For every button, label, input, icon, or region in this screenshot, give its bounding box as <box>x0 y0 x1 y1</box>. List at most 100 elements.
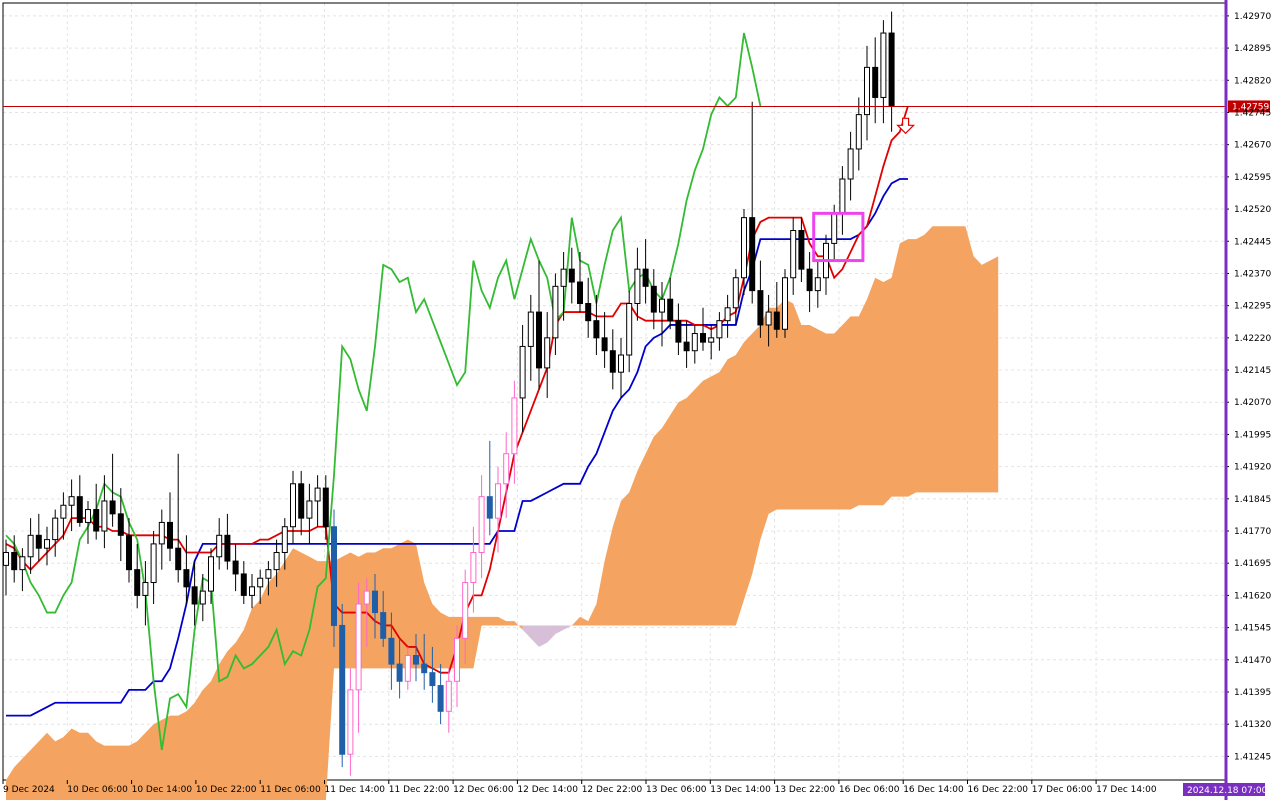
candle-bearish <box>577 281 583 304</box>
candle-bearish <box>429 672 436 687</box>
candle-bullish <box>150 543 157 584</box>
x-tick-label: 9 Dec 2024 <box>3 785 55 795</box>
candle-bullish <box>314 487 321 502</box>
candle-bullish <box>814 277 821 292</box>
chart-container[interactable]: 1.42759 1.42970 1.42895 1.42820 1.42745 1.42… <box>0 0 1280 802</box>
candle-bullish <box>626 302 633 356</box>
candle-bullish <box>273 551 280 571</box>
candle-bullish <box>445 680 452 712</box>
candle-bullish <box>470 551 477 584</box>
candle-bullish <box>454 637 460 682</box>
candle-bullish <box>363 590 370 605</box>
candle-bearish <box>134 569 141 596</box>
y-tick-label: 1.42520 <box>1234 205 1271 215</box>
y-tick-label: 1.42595 <box>1234 173 1271 183</box>
candle-bullish <box>724 307 731 322</box>
candle-bearish <box>167 521 173 549</box>
x-tick-label: 13 Dec 22:00 <box>775 785 836 795</box>
y-tick-label: 1.42295 <box>1234 302 1271 312</box>
y-tick-label: 1.42670 <box>1234 141 1271 151</box>
candle-bullish <box>158 521 165 545</box>
candle-bullish <box>3 551 9 566</box>
candle-bearish <box>757 290 764 326</box>
candle-bullish <box>831 212 838 244</box>
x-tick-label: 17 Dec 06:00 <box>1032 785 1093 795</box>
candle-bullish <box>741 217 747 279</box>
y-tick-label: 1.42145 <box>1234 366 1271 376</box>
candle-bearish <box>380 612 387 639</box>
candle-bearish <box>388 637 395 665</box>
candle-bearish <box>749 217 756 292</box>
candle-bullish <box>101 500 108 532</box>
candle-bullish <box>208 556 214 592</box>
candle-bearish <box>888 32 895 107</box>
candle-bullish <box>519 345 526 399</box>
x-tick-label: 16 Dec 14:00 <box>903 785 964 795</box>
candle-bearish <box>372 590 378 614</box>
candle-bullish <box>560 268 567 287</box>
candle-bullish <box>404 655 411 682</box>
candle-bearish <box>437 685 444 712</box>
candle-bullish <box>544 337 551 369</box>
candle-bearish <box>240 573 247 596</box>
candle-bullish <box>503 453 510 485</box>
x-tick-label: 11 Dec 14:00 <box>325 785 386 795</box>
candle-bearish <box>76 496 83 523</box>
candle-bullish <box>839 178 846 214</box>
candle-bullish <box>527 311 534 347</box>
candle-bearish <box>413 655 419 665</box>
candle-bullish <box>257 577 264 588</box>
candle-bullish <box>216 534 223 558</box>
candle-bearish <box>175 547 182 571</box>
candle-bearish <box>667 298 674 322</box>
x-tick-label: 16 Dec 06:00 <box>839 785 900 795</box>
candle-bearish <box>536 311 542 369</box>
candle-bullish <box>880 32 887 98</box>
candle-bearish <box>872 66 879 98</box>
y-tick-label: 1.42970 <box>1234 12 1271 22</box>
candle-bearish <box>773 311 780 330</box>
candle-bearish <box>117 513 124 536</box>
candle-bearish <box>191 586 198 605</box>
x-tick-label: 11 Dec 22:00 <box>389 785 450 795</box>
candle-bearish <box>642 268 649 287</box>
candle-bearish <box>35 534 42 549</box>
candle-bearish <box>650 285 657 313</box>
candle-bullish <box>732 277 739 309</box>
y-tick-label: 1.42370 <box>1234 269 1271 279</box>
candle-bearish <box>126 534 132 571</box>
x-tick-label: 12 Dec 14:00 <box>517 785 578 795</box>
candle-bullish <box>27 534 34 558</box>
y-tick-label: 1.41845 <box>1234 495 1271 505</box>
candle-bearish <box>601 337 608 352</box>
y-tick-label: 1.42220 <box>1234 334 1271 344</box>
candle-bullish <box>634 268 641 304</box>
candle-bearish <box>93 509 100 532</box>
y-tick-label: 1.42895 <box>1234 44 1271 54</box>
candle-bullish <box>864 66 870 116</box>
y-tick-label: 1.41245 <box>1234 752 1271 762</box>
candle-bearish <box>232 560 239 575</box>
candle-bullish <box>306 500 313 519</box>
candle-bullish <box>60 504 67 519</box>
candle-bullish <box>495 483 501 519</box>
y-tick-label: 1.41470 <box>1234 656 1271 666</box>
candle-bearish <box>224 534 231 562</box>
candle-bullish <box>618 354 624 373</box>
x-tick-label: 16 Dec 22:00 <box>968 785 1029 795</box>
y-tick-label: 1.41545 <box>1234 624 1271 634</box>
candle-bearish <box>585 302 592 322</box>
x-tick-label: 13 Dec 06:00 <box>646 785 707 795</box>
candle-bullish <box>290 483 296 528</box>
candle-bullish <box>478 496 485 553</box>
y-tick-label: 1.41770 <box>1234 527 1271 537</box>
candle-bullish <box>552 285 559 339</box>
candle-bullish <box>142 582 149 596</box>
ichimoku-chart[interactable]: 1.42759 1.429701.428951.428201.427451.42… <box>0 0 1280 802</box>
y-tick-label: 1.41320 <box>1234 720 1271 730</box>
x-tick-label: 11 Dec 06:00 <box>260 785 321 795</box>
candle-bearish <box>322 487 329 528</box>
candle-bullish <box>790 230 797 279</box>
x-tick-label: 10 Dec 06:00 <box>67 785 128 795</box>
candle-bearish <box>331 526 337 626</box>
